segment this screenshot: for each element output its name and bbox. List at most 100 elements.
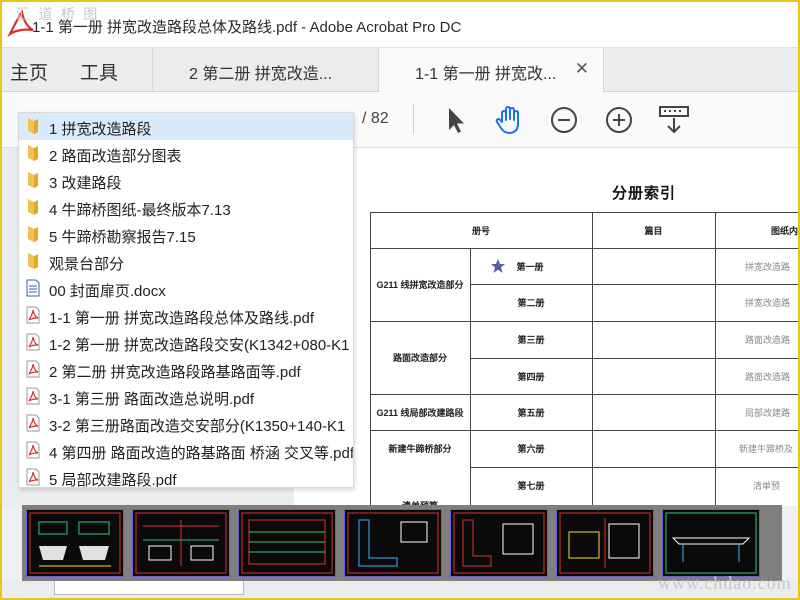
tab-document-1-active[interactable]: 1-1 第一册 拼宽改... ✕ (378, 48, 604, 92)
list-item-label: 观景台部分 (49, 256, 125, 273)
list-item[interactable]: 2 路面改造部分图表 (19, 140, 353, 167)
zoom-out-icon[interactable] (547, 103, 581, 137)
group-cell: 新建牛蹄桥部分 (388, 444, 452, 454)
page-total: / 82 (362, 110, 389, 127)
page-thumbnail[interactable] (132, 509, 230, 577)
cad-drawing-thumbnail (453, 512, 545, 574)
header-chapter: 篇目 (644, 225, 663, 236)
group-cell: G211 线拼宽改造部分 (376, 280, 464, 290)
volume-cell: 第四册 (517, 371, 545, 382)
list-item[interactable]: 4 牛蹄桥图纸-最终版本7.13 (19, 194, 353, 221)
content-cell: 拼宽改造路 (745, 298, 791, 308)
list-item[interactable]: 1 拼宽改造路段 (19, 113, 353, 140)
page-title: 分册索引 (612, 185, 677, 202)
window-title: 1-1 第一册 拼宽改造路段总体及路线.pdf - Adobe Acrobat … (32, 19, 462, 36)
list-item-label: 4 牛蹄桥图纸-最终版本7.13 (49, 202, 231, 219)
tab-bar: 主页 工具 2 第二册 拼宽改造... 1-1 第一册 拼宽改... ✕ (2, 48, 798, 92)
folder-icon (28, 118, 38, 134)
close-icon[interactable]: ✕ (575, 59, 589, 79)
volume-cell: 第七册 (517, 480, 545, 491)
page-thumbnail[interactable] (450, 509, 548, 577)
list-item[interactable]: 1-1 第一册 拼宽改造路段总体及路线.pdf (19, 302, 353, 329)
pdf-page[interactable]: 分册索引 册号 篇目 图纸内 G211 线拼宽改造部分 路面改造部分 G211 … (294, 148, 798, 506)
list-item[interactable]: 5 局部改建路段.pdf (19, 464, 353, 488)
docx-file-icon (26, 279, 40, 297)
list-item[interactable]: 1-2 第一册 拼宽改造路段交安(K1342+080-K1 (19, 329, 353, 356)
cad-drawing-thumbnail (29, 512, 121, 574)
content-cell: 路面改造路 (745, 371, 791, 382)
tab-tools[interactable]: 工具 (80, 58, 118, 85)
pdf-file-icon (26, 306, 40, 324)
list-item-label: 4 第四册 路面改造的路基路面 桥涵 交叉等.pdf (49, 445, 354, 462)
volume-cell: 第六册 (517, 444, 545, 454)
list-item-label: 2 第二册 拼宽改造路段路基路面等.pdf (49, 364, 301, 381)
list-item-label: 5 牛蹄桥勘察报告7.15 (49, 229, 196, 246)
pdf-file-icon (26, 414, 40, 432)
header-volume-no: 册号 (471, 225, 490, 236)
group-cell: G211 线局部改建路段 (376, 407, 464, 418)
pdf-file-icon (26, 333, 40, 351)
toolbar-divider (413, 104, 414, 134)
page-thumbnail-strip[interactable] (22, 505, 782, 581)
list-item-label: 1-1 第一册 拼宽改造路段总体及路线.pdf (49, 310, 315, 327)
tab-label: 2 第二册 拼宽改造... (189, 66, 333, 83)
list-item[interactable]: 00 封面扉页.docx (19, 275, 353, 302)
list-item[interactable]: 4 第四册 路面改造的路基路面 桥涵 交叉等.pdf (19, 437, 354, 464)
page-preview (54, 581, 244, 595)
volume-cell: 第三册 (517, 335, 545, 345)
content-cell: 清单预 (753, 480, 781, 491)
list-item[interactable]: 5 牛蹄桥勘察报告7.15 (19, 221, 353, 248)
tab-home[interactable]: 主页 (10, 58, 48, 85)
list-item[interactable]: 3-2 第三册路面改造交安部分(K1350+140-K1 (19, 410, 353, 437)
list-item[interactable]: 观景台部分 (19, 248, 353, 275)
tab-label: 1-1 第一册 拼宽改... (415, 66, 557, 83)
list-item-label: 3-2 第三册路面改造交安部分(K1350+140-K1 (49, 418, 346, 435)
pdf-file-icon (26, 441, 40, 459)
marquee-zoom-icon[interactable] (657, 103, 691, 137)
page-thumbnail[interactable] (26, 509, 124, 577)
page-thumbnail[interactable] (238, 509, 336, 577)
content-cell: 拼宽改造路 (745, 261, 791, 272)
folder-icon (28, 226, 38, 242)
cad-drawing-thumbnail (347, 512, 439, 574)
watermark-text: www.chdao.com (658, 573, 792, 593)
list-item-label: 3 改建路段 (49, 175, 122, 192)
content-cell: 新建牛蹄桥及 (739, 444, 794, 454)
list-item-label: 3-1 第三册 路面改造总说明.pdf (49, 391, 255, 408)
pdf-file-icon (26, 387, 40, 405)
content-cell: 局部改建路 (745, 407, 791, 418)
cad-drawing-thumbnail (241, 512, 333, 574)
cad-drawing-thumbnail (665, 512, 757, 574)
list-item-label: 5 局部改建路段.pdf (49, 472, 177, 488)
list-item-label: 00 封面扉页.docx (49, 283, 166, 300)
list-item[interactable]: 3 改建路段 (19, 167, 353, 194)
content-cell: 路面改造路 (745, 335, 791, 345)
group-cell: 路面改造部分 (392, 353, 447, 363)
cad-drawing-thumbnail (559, 512, 651, 574)
hand-tool-icon[interactable] (492, 103, 526, 137)
page-thumbnail[interactable] (662, 509, 760, 577)
pdf-file-icon (26, 360, 40, 378)
folder-icon (28, 199, 38, 215)
volume-cell: 第一册 (516, 261, 544, 272)
tab-document-2[interactable]: 2 第二册 拼宽改造... (152, 48, 378, 92)
list-item-label: 2 路面改造部分图表 (49, 148, 182, 165)
volume-cell: 第五册 (517, 407, 545, 418)
window-titlebar: 汇 道 桥 图 1-1 第一册 拼宽改造路段总体及路线.pdf - Adobe … (2, 2, 798, 48)
file-dropdown-list[interactable]: 1 拼宽改造路段 2 路面改造部分图表 3 改建路段 4 牛蹄桥图纸-最终版本7… (18, 112, 354, 488)
page-thumbnail[interactable] (556, 509, 654, 577)
page-thumbnail[interactable] (344, 509, 442, 577)
header-content: 图纸内 (771, 225, 798, 236)
list-item-label: 1-2 第一册 拼宽改造路段交安(K1342+080-K1 (49, 337, 350, 354)
list-item[interactable]: 3-1 第三册 路面改造总说明.pdf (19, 383, 353, 410)
list-item-label: 1 拼宽改造路段 (49, 121, 152, 138)
folder-icon (28, 172, 38, 188)
zoom-in-icon[interactable] (602, 103, 636, 137)
volume-cell: 第二册 (517, 298, 545, 308)
list-item[interactable]: 2 第二册 拼宽改造路段路基路面等.pdf (19, 356, 353, 383)
folder-icon (28, 253, 38, 269)
folder-icon (28, 145, 38, 161)
pdf-file-icon (26, 468, 40, 486)
cad-drawing-thumbnail (135, 512, 227, 574)
select-cursor-icon[interactable] (438, 103, 472, 137)
